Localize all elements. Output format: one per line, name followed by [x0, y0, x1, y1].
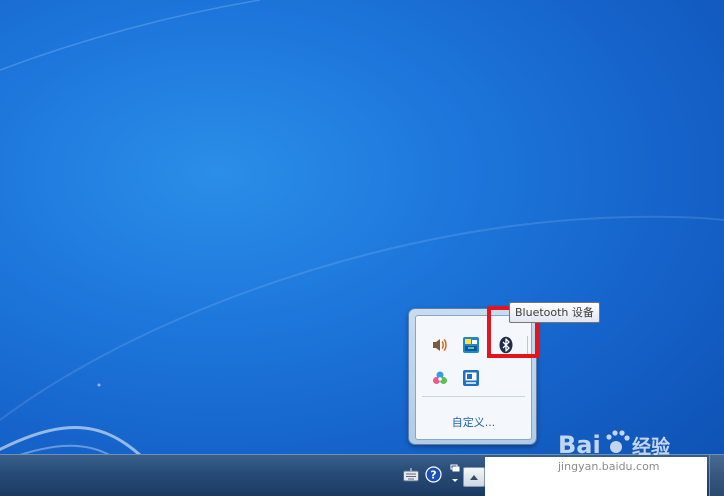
- volume-icon[interactable]: [431, 336, 449, 354]
- desktop-light-streaks: [0, 0, 724, 464]
- show-desktop-button[interactable]: [709, 455, 724, 496]
- help-icon[interactable]: ?: [425, 466, 442, 483]
- customize-link[interactable]: 自定义...: [416, 414, 531, 430]
- taskbar: ?: [0, 454, 724, 496]
- bluetooth-tooltip: Bluetooth 设备: [509, 302, 600, 323]
- keyboard-icon[interactable]: [403, 467, 419, 483]
- show-hidden-icons-button[interactable]: [463, 467, 485, 487]
- clock-area[interactable]: [485, 457, 707, 496]
- desktop-background: [0, 0, 724, 495]
- display-app-icon[interactable]: [462, 369, 480, 387]
- color-dots-icon[interactable]: [431, 369, 449, 387]
- popup-divider: [422, 396, 525, 397]
- show-hidden-arrow-icon: [470, 474, 478, 480]
- network-app-icon[interactable]: [462, 336, 480, 354]
- window-switch-icon[interactable]: [449, 463, 461, 487]
- svg-text:?: ?: [430, 469, 436, 482]
